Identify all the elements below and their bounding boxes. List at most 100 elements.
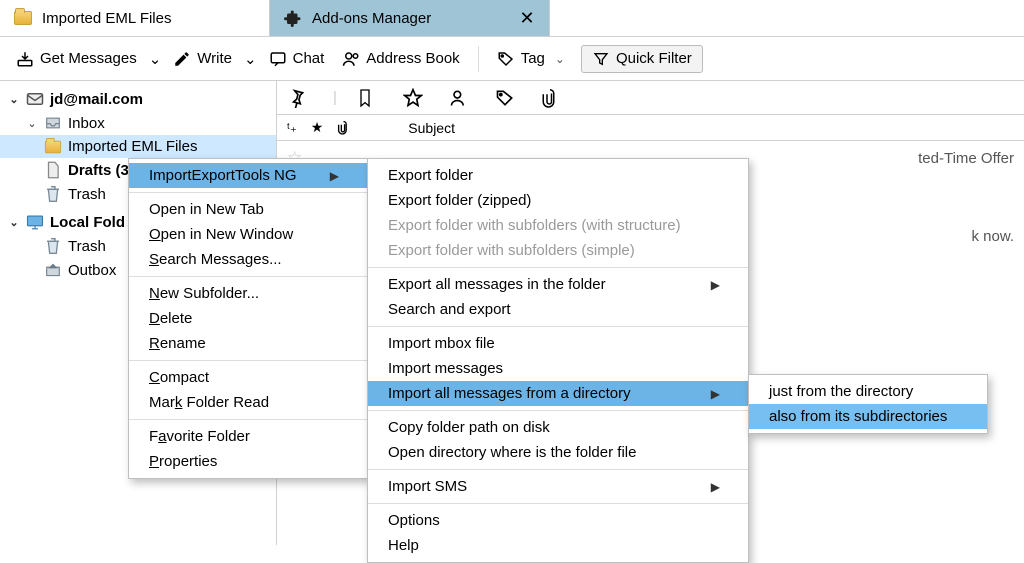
- imported-folder-row[interactable]: Imported EML Files: [0, 135, 276, 158]
- menu-label: Export folder: [388, 167, 473, 184]
- thread-column-icon[interactable]: ᵗ₊: [287, 120, 297, 136]
- menu-import-all-from-directory[interactable]: Import all messages from a directory▶: [368, 381, 748, 406]
- menu-label: also from its subdirectories: [769, 408, 947, 425]
- account-row[interactable]: ⌄ jd@mail.com: [0, 87, 276, 111]
- menu-just-from-directory[interactable]: just from the directory: [749, 379, 987, 404]
- menu-label: Import SMS: [388, 478, 467, 495]
- menu-label: Help: [388, 537, 419, 554]
- chevron-down-icon[interactable]: ⌄: [244, 50, 257, 68]
- address-book-icon: [342, 50, 360, 68]
- menu-import-sms[interactable]: Import SMS ▶: [368, 474, 748, 499]
- address-book-button[interactable]: Address Book: [336, 46, 465, 72]
- button-label: Address Book: [366, 50, 459, 67]
- inbox-icon: [44, 114, 62, 132]
- menu-search-messages[interactable]: Search Messages...: [129, 247, 367, 272]
- chevron-down-icon: ⌄: [551, 52, 569, 66]
- tag-icon[interactable]: [495, 88, 521, 108]
- write-button[interactable]: Write: [167, 46, 238, 72]
- menu-options[interactable]: Options: [368, 508, 748, 533]
- drafts-icon: [44, 161, 62, 179]
- menu-label: Favorite Folder: [149, 428, 250, 445]
- menu-new-subfolder[interactable]: New Subfolder...: [129, 281, 367, 306]
- main-toolbar: Get Messages ⌄ Write ⌄ Chat Address Book…: [0, 36, 1024, 80]
- button-label: Get Messages: [40, 50, 137, 67]
- menu-export-folder-zipped[interactable]: Export folder (zipped): [368, 188, 748, 213]
- menu-compact[interactable]: Compact: [129, 365, 367, 390]
- get-messages-button[interactable]: Get Messages: [10, 46, 143, 72]
- separator: [478, 46, 479, 72]
- button-label: Write: [197, 50, 232, 67]
- tab-label: Imported EML Files: [42, 10, 172, 27]
- folder-label: Outbox: [68, 262, 116, 279]
- menu-open-new-tab[interactable]: Open in New Tab: [129, 197, 367, 222]
- message-subject-partial: k now.: [971, 228, 1014, 245]
- import-directory-submenu: just from the directory also from its su…: [748, 374, 988, 434]
- star-column-icon[interactable]: ★: [311, 119, 324, 136]
- menu-label: Export folder (zipped): [388, 192, 531, 209]
- tag-button[interactable]: Tag ⌄: [491, 46, 575, 72]
- menu-properties[interactable]: Properties: [129, 449, 367, 474]
- chat-icon: [269, 50, 287, 68]
- collapse-icon[interactable]: ⌄: [8, 93, 20, 106]
- close-icon[interactable]: ✕: [519, 9, 535, 27]
- outbox-icon: [44, 261, 62, 279]
- separator: [129, 360, 367, 361]
- star-icon[interactable]: [403, 88, 429, 108]
- inbox-row[interactable]: ⌄ Inbox: [0, 111, 276, 135]
- menu-open-folder-directory[interactable]: Open directory where is the folder file: [368, 440, 748, 465]
- menu-label: Options: [388, 512, 440, 529]
- tag-icon: [497, 50, 515, 68]
- menu-help[interactable]: Help: [368, 533, 748, 558]
- separator: [368, 326, 748, 327]
- mail-account-icon: [26, 90, 44, 108]
- menu-delete[interactable]: Delete: [129, 306, 367, 331]
- funnel-icon: [592, 50, 610, 68]
- puzzle-icon: [284, 9, 302, 27]
- collapse-icon[interactable]: ⌄: [26, 117, 38, 130]
- menu-label: ImportExportTools NG: [149, 167, 297, 184]
- tab-addons-manager[interactable]: Add-ons Manager ✕: [270, 0, 550, 36]
- button-label: Quick Filter: [616, 50, 692, 67]
- menu-open-new-window[interactable]: Open in New Window: [129, 222, 367, 247]
- menu-import-export-tools[interactable]: ImportExportTools NG ▶: [129, 163, 367, 188]
- tab-bar: Imported EML Files Add-ons Manager ✕: [0, 0, 1024, 36]
- menu-label: Compact: [149, 369, 209, 386]
- column-headers: ᵗ₊ ★ Subject: [277, 115, 1024, 141]
- menu-label: Delete: [149, 310, 192, 327]
- menu-mark-folder-read[interactable]: Mark Folder Read: [129, 390, 367, 415]
- menu-label: New Subfolder...: [149, 285, 259, 302]
- separator: [368, 267, 748, 268]
- menu-also-from-subdirectories[interactable]: also from its subdirectories: [749, 404, 987, 429]
- menu-label: Copy folder path on disk: [388, 419, 550, 436]
- menu-rename[interactable]: Rename: [129, 331, 367, 356]
- folder-label: Trash: [68, 186, 106, 203]
- menu-search-and-export[interactable]: Search and export: [368, 297, 748, 322]
- menu-export-folder[interactable]: Export folder: [368, 163, 748, 188]
- menu-label: Search and export: [388, 301, 511, 318]
- quick-filter-bar: |: [277, 81, 1024, 115]
- menu-copy-folder-path[interactable]: Copy folder path on disk: [368, 415, 748, 440]
- attachment-icon[interactable]: [541, 88, 567, 108]
- menu-import-mbox[interactable]: Import mbox file: [368, 331, 748, 356]
- tab-imported-eml[interactable]: Imported EML Files: [0, 0, 270, 36]
- attachment-column-icon[interactable]: [337, 120, 350, 135]
- submenu-arrow-icon: ▶: [711, 278, 720, 292]
- collapse-icon[interactable]: ⌄: [8, 216, 20, 229]
- subject-column[interactable]: Subject: [408, 120, 455, 136]
- contact-icon[interactable]: [449, 88, 475, 108]
- menu-label: Properties: [149, 453, 217, 470]
- bookmark-icon[interactable]: [357, 88, 383, 108]
- menu-import-messages[interactable]: Import messages: [368, 356, 748, 381]
- menu-label: Search Messages...: [149, 251, 282, 268]
- chat-button[interactable]: Chat: [263, 46, 331, 72]
- chevron-down-icon[interactable]: ⌄: [149, 50, 162, 68]
- menu-export-subfolders-structure: Export folder with subfolders (with stru…: [368, 213, 748, 238]
- menu-favorite-folder[interactable]: Favorite Folder: [129, 424, 367, 449]
- tab-label: Add-ons Manager: [312, 10, 431, 27]
- pin-icon[interactable]: [287, 88, 313, 108]
- menu-label: Rename: [149, 335, 206, 352]
- menu-label: Import messages: [388, 360, 503, 377]
- quick-filter-button[interactable]: Quick Filter: [581, 45, 703, 73]
- submenu-arrow-icon: ▶: [711, 480, 720, 494]
- menu-export-all-messages[interactable]: Export all messages in the folder▶: [368, 272, 748, 297]
